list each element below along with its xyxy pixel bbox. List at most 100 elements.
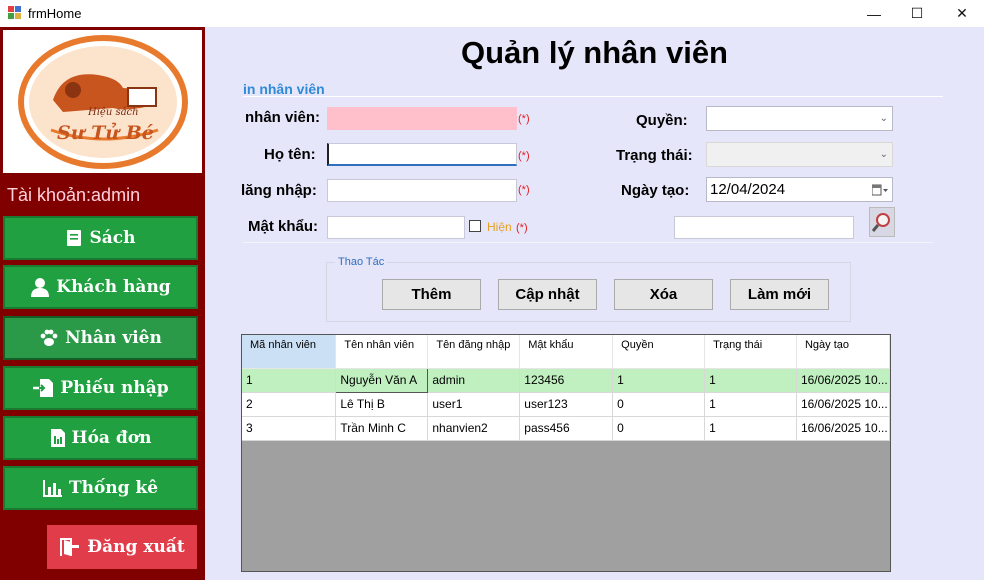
maximize-button[interactable]: ☐ <box>894 0 940 27</box>
column-header-trang-thai[interactable]: Trạng thái <box>704 335 797 369</box>
created-date-value: 12/04/2024 <box>710 181 786 198</box>
import-file-icon <box>33 379 54 397</box>
role-label: Quyền: <box>636 112 688 129</box>
required-mark: (*) <box>518 184 530 196</box>
main-panel: Quản lý nhân viên in nhân viên nhân viên… <box>205 27 984 580</box>
column-header-ma-nhan-vien[interactable]: Mã nhân viên <box>242 335 337 369</box>
table-cell[interactable]: 1 <box>242 368 337 393</box>
table-cell[interactable]: 2 <box>242 392 337 417</box>
full-name-field[interactable] <box>327 143 517 166</box>
delete-button[interactable]: Xóa <box>614 279 713 310</box>
sidebar-item-label: Khách hàng <box>56 277 171 297</box>
required-mark: (*) <box>518 150 530 162</box>
door-icon <box>60 538 80 556</box>
table-cell[interactable]: admin <box>427 368 521 393</box>
table-cell[interactable]: 16/06/2025 10... <box>796 416 890 441</box>
column-header-mat-khau[interactable]: Mật khẩu <box>519 335 614 369</box>
search-icon <box>871 213 890 232</box>
created-date-label: Ngày tạo: <box>621 182 690 199</box>
table-cell[interactable]: 16/06/2025 10... <box>796 368 890 393</box>
table-cell[interactable]: 3 <box>242 416 337 441</box>
table-cell[interactable]: 0 <box>612 392 706 417</box>
app-icon <box>8 6 21 19</box>
bar-chart-icon <box>42 480 62 497</box>
table-row[interactable]: 3 Trần Minh C nhanvien2 pass456 0 1 16/0… <box>242 416 890 441</box>
minimize-icon: — <box>867 5 881 22</box>
table-cell[interactable]: user123 <box>519 392 614 417</box>
logo-text-main: Sư Tử Bé <box>57 122 154 144</box>
table-cell[interactable]: user1 <box>427 392 521 417</box>
account-label: Tài khoản:admin <box>7 185 141 205</box>
table-cell[interactable]: pass456 <box>519 416 614 441</box>
group-divider <box>243 96 943 97</box>
status-label: Trạng thái: <box>616 147 693 164</box>
book-icon <box>67 230 82 246</box>
show-password-checkbox[interactable] <box>469 220 481 232</box>
column-header-quyen[interactable]: Quyền <box>612 335 706 369</box>
column-header-ngay-tao[interactable]: Ngày tạo <box>796 335 890 369</box>
table-cell[interactable]: Nguyễn Văn A <box>335 367 429 393</box>
close-icon: ✕ <box>956 5 968 21</box>
maximize-icon: ☐ <box>910 5 924 21</box>
sidebar-item-phieu-nhap[interactable]: Phiếu nhập <box>3 366 198 410</box>
logout-label: Đăng xuất <box>87 537 185 557</box>
page-title: Quản lý nhân viên <box>461 35 728 70</box>
sidebar-item-label: Sách <box>89 228 136 248</box>
minimize-button[interactable]: — <box>851 0 897 27</box>
search-button[interactable] <box>869 207 895 237</box>
group-label: in nhân viên <box>243 81 325 97</box>
lion-logo-icon <box>18 35 188 169</box>
window-title: frmHome <box>28 6 82 21</box>
logout-button[interactable]: Đăng xuất <box>47 525 197 569</box>
actions-group-label: Thao Tác <box>335 256 388 268</box>
table-cell[interactable]: 1 <box>704 392 797 417</box>
table-cell[interactable]: 1 <box>704 368 797 393</box>
logo: Hiệu sách Sư Tử Bé <box>3 30 202 173</box>
table-cell[interactable]: Lê Thị B <box>335 392 429 417</box>
table-cell[interactable]: Trần Minh C <box>335 416 429 441</box>
employee-id-label: nhân viên: <box>245 109 321 126</box>
chevron-down-icon: ⌄ <box>879 113 888 124</box>
search-input[interactable] <box>674 216 854 239</box>
table-cell[interactable]: 123456 <box>519 368 614 393</box>
full-name-label: Họ tên: <box>264 146 316 163</box>
username-field[interactable] <box>327 179 517 202</box>
column-header-ten-nhan-vien[interactable]: Tên nhân viên <box>335 335 429 369</box>
show-password-label: Hiện <box>487 220 512 234</box>
sidebar-item-hoa-don[interactable]: Hóa đơn <box>3 416 198 460</box>
password-field[interactable] <box>327 216 465 239</box>
logo-text-top: Hiệu sách <box>88 107 139 118</box>
employee-grid[interactable]: Mã nhân viên Tên nhân viên Tên đăng nhập… <box>241 334 891 572</box>
refresh-button[interactable]: Làm mới <box>730 279 829 310</box>
column-header-ten-dang-nhap[interactable]: Tên đăng nhập <box>427 335 521 369</box>
table-row[interactable]: 2 Lê Thị B user1 user123 0 1 16/06/2025 … <box>242 392 890 417</box>
invoice-icon <box>50 429 65 447</box>
grid-header-row: Mã nhân viên Tên nhân viên Tên đăng nhập… <box>242 335 890 369</box>
table-cell[interactable]: 0 <box>612 416 706 441</box>
update-button[interactable]: Cập nhật <box>498 279 597 310</box>
sidebar-item-label: Nhân viên <box>65 328 162 348</box>
password-label: Mật khẩu: <box>248 218 319 235</box>
sidebar-item-nhan-vien[interactable]: Nhân viên <box>3 316 198 360</box>
employee-id-field[interactable] <box>327 107 517 130</box>
sidebar-item-khach-hang[interactable]: Khách hàng <box>3 265 198 309</box>
section-divider <box>243 242 933 243</box>
add-button[interactable]: Thêm <box>382 279 481 310</box>
table-cell[interactable]: 1 <box>704 416 797 441</box>
sidebar-item-label: Phiếu nhập <box>60 378 169 398</box>
close-button[interactable]: ✕ <box>939 0 984 27</box>
table-cell[interactable]: nhanvien2 <box>427 416 521 441</box>
username-label: lăng nhập: <box>241 182 317 199</box>
sidebar-item-label: Hóa đơn <box>71 428 152 448</box>
user-icon <box>31 278 50 297</box>
sidebar: Hiệu sách Sư Tử Bé Tài khoản:admin Sách … <box>0 27 205 580</box>
role-select[interactable]: ⌄ <box>706 106 893 131</box>
table-cell[interactable]: 1 <box>612 368 706 393</box>
sidebar-item-sach[interactable]: Sách <box>3 216 198 260</box>
created-date-picker[interactable]: 12/04/2024 <box>706 177 893 202</box>
sidebar-item-thong-ke[interactable]: Thống kê <box>3 466 198 510</box>
paw-icon <box>40 329 58 346</box>
status-select[interactable]: ⌄ <box>706 142 893 167</box>
table-row[interactable]: 1 Nguyễn Văn A admin 123456 1 1 16/06/20… <box>242 367 890 393</box>
table-cell[interactable]: 16/06/2025 10... <box>796 392 890 417</box>
